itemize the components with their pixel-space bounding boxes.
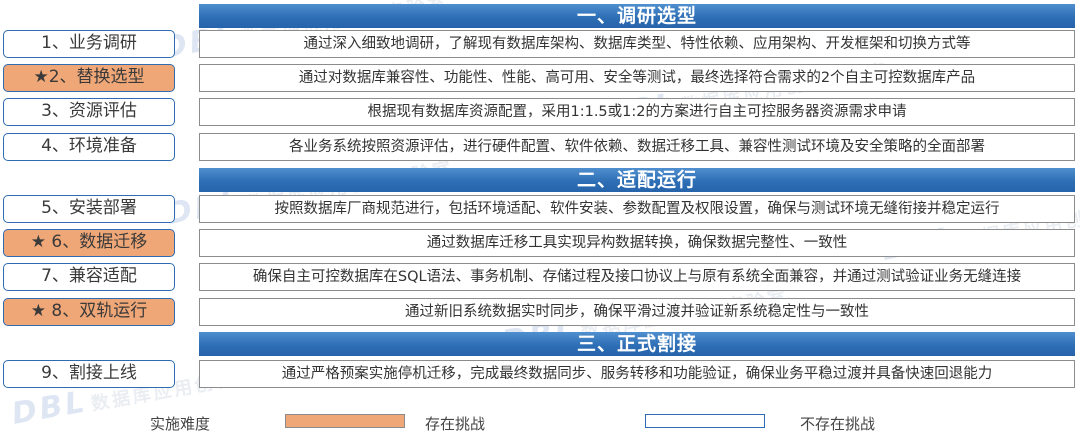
legend-swatch-challenge xyxy=(285,414,405,428)
step-description: 通过数据库迁移工具实现异构数据转换，确保数据完整性、一致性 xyxy=(199,229,1075,257)
legend-label-challenge: 存在挑战 xyxy=(425,415,486,433)
section-header-research: 一、调研选型 xyxy=(199,4,1075,28)
step-resource-assessment: 3、资源评估 xyxy=(3,98,175,126)
legend-swatch-no-challenge xyxy=(645,414,765,428)
legend-title: 实施难度 xyxy=(150,415,211,433)
step-description: 各业务系统按照资源评估，进行硬件配置、软件依赖、数据迁移工具、兼容性测试环境及安… xyxy=(199,133,1075,161)
legend-label-no-challenge: 不存在挑战 xyxy=(800,415,876,433)
step-replacement-selection: ★2、替换选型 xyxy=(3,64,175,92)
step-description: 通过对数据库兼容性、功能性、性能、高可用、安全等测试，最终选择符合需求的2个自主… xyxy=(199,64,1075,92)
section-header-adaptation: 二、适配运行 xyxy=(199,168,1075,192)
section-header-cutover: 三、正式割接 xyxy=(199,332,1075,356)
step-description: 确保自主可控数据库在SQL语法、事务机制、存储过程及接口协议上与原有系统全面兼容… xyxy=(199,263,1075,291)
step-data-migration: ★ 6、数据迁移 xyxy=(3,229,175,257)
step-dual-track-operation: ★ 8、双轨运行 xyxy=(3,298,175,326)
step-description: 通过严格预案实施停机迁移，完成最终数据同步、服务转移和功能验证，确保业务平稳过渡… xyxy=(199,360,1075,388)
step-description: 通过新旧系统数据实时同步，确保平滑过渡并验证新系统稳定性与一致性 xyxy=(199,298,1075,326)
step-installation-deployment: 5、安装部署 xyxy=(3,195,175,223)
step-business-research: 1、业务调研 xyxy=(3,30,175,58)
step-environment-preparation: 4、环境准备 xyxy=(3,133,175,161)
step-description: 按照数据库厂商规范进行，包括环境适配、软件安装、参数配置及权限设置，确保与测试环… xyxy=(199,195,1075,223)
step-description: 通过深入细致地调研，了解现有数据库架构、数据库类型、特性依赖、应用架构、开发框架… xyxy=(199,30,1075,58)
step-cutover-launch: 9、割接上线 xyxy=(3,360,175,388)
step-description: 根据现有数据库资源配置，采用1:1.5或1:2的方案进行自主可控服务器资源需求申… xyxy=(199,98,1075,126)
step-compatibility-adaptation: 7、兼容适配 xyxy=(3,263,175,291)
